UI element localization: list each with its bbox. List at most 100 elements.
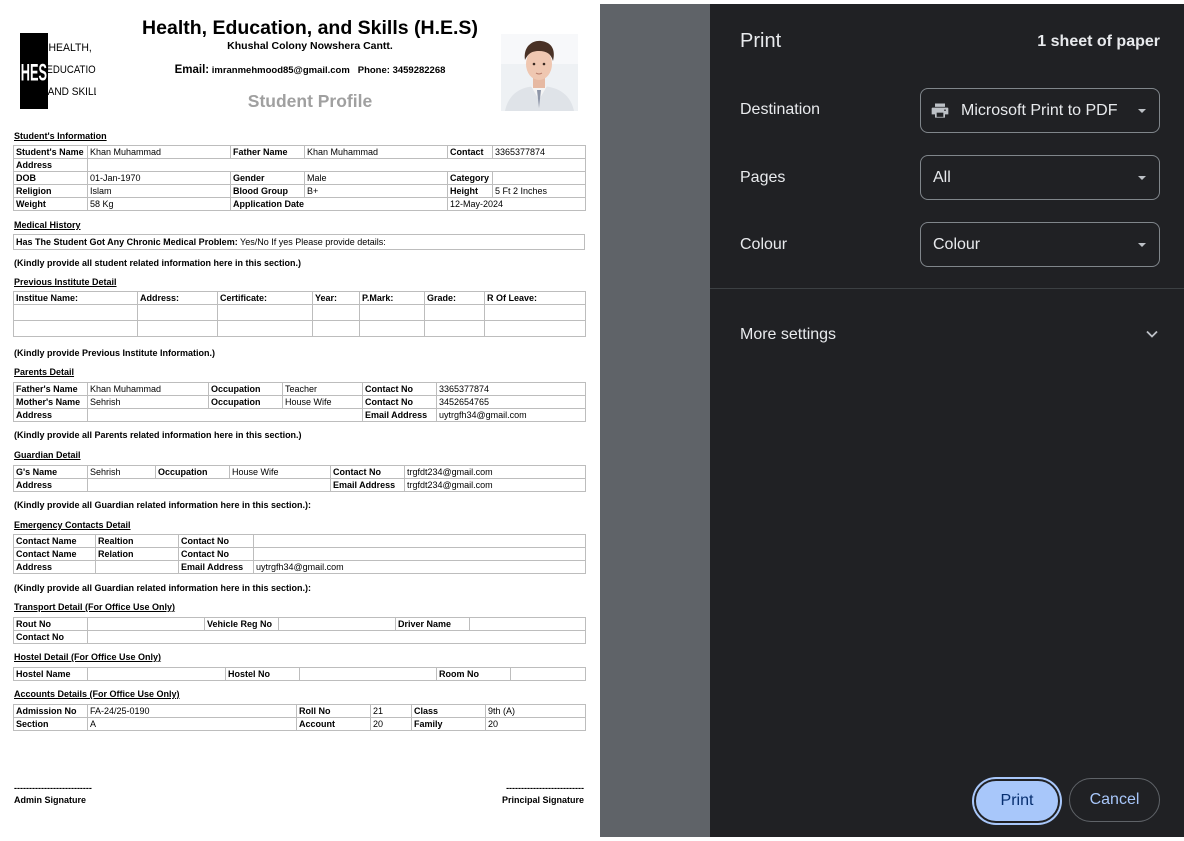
prev-header-leave: R Of Leave: — [484, 291, 586, 305]
parents-table: Father's Name Khan Muhammad Occupation T… — [13, 382, 586, 422]
student-note: (Kindly provide all student related info… — [14, 258, 302, 268]
father-contact-label: Contact No — [362, 382, 437, 396]
student-info-table: Student's Name Khan Muhammad Father Name… — [13, 145, 586, 211]
previous-institute-title: Previous Institute Detail — [14, 277, 117, 287]
print-settings-panel: Print 1 sheet of paper Destination Micro… — [710, 4, 1184, 837]
previous-institute-note: (Kindly provide Previous Institute Infor… — [14, 348, 216, 358]
mother-occupation-value: House Wife — [282, 395, 363, 409]
print-title: Print — [740, 30, 782, 52]
guardian-title: Guardian Detail — [14, 450, 81, 460]
guardian-contact-label: Contact No — [330, 465, 405, 479]
application-date-label: Application Date — [230, 197, 448, 211]
student-address-label: Address — [13, 158, 88, 172]
destination-select[interactable]: Microsoft Print to PDF — [920, 88, 1160, 133]
colour-label: Colour — [740, 236, 788, 253]
emergency-contact1-label: Contact Name — [13, 534, 96, 548]
more-settings-toggle[interactable]: More settings — [740, 326, 836, 344]
account-label: Account — [296, 717, 371, 731]
chevron-down-icon — [1138, 243, 1146, 247]
prev-header-institute: Institue Name: — [13, 291, 138, 305]
mother-contact-label: Contact No — [362, 395, 437, 409]
accounts-table: Admission No FA-24/25-0190 Roll No 21 Cl… — [13, 704, 586, 731]
father-contact-value: 3365377874 — [436, 382, 586, 396]
guardian-contact-value: trgfdt234@gmail.com — [404, 465, 586, 479]
admission-value: FA-24/25-0190 — [87, 704, 297, 718]
chevron-down-icon — [1138, 109, 1146, 113]
accounts-title: Accounts Details (For Office Use Only) — [14, 689, 180, 699]
emergency-contact2-label: Contact Name — [13, 547, 96, 561]
colour-select[interactable]: Colour — [920, 222, 1160, 267]
transport-table: Rout No Vehicle Reg No Driver Name Conta… — [13, 617, 586, 644]
gender-label: Gender — [230, 171, 305, 185]
parents-email-value: uytrgfh34@gmail.com — [436, 408, 586, 422]
hostel-no-label: Hostel No — [225, 667, 300, 681]
school-name: Health, Education, and Skills (H.E.S) — [142, 17, 478, 39]
mother-occupation-label: Occupation — [208, 395, 283, 409]
section-label: Section — [13, 717, 88, 731]
school-logo: HES HEALTH, EDUCATION, AND SKILLS — [20, 33, 96, 109]
contact-value: 3365377874 — [492, 145, 586, 159]
settings-divider — [710, 288, 1184, 289]
previous-institute-table: Institue Name: Address: Certificate: Yea… — [13, 291, 586, 337]
transport-contact-label: Contact No — [13, 630, 88, 644]
category-value — [492, 171, 586, 185]
mother-label: Mother's Name — [13, 395, 88, 409]
pages-label: Pages — [740, 169, 786, 186]
dob-label: DOB — [13, 171, 88, 185]
hostel-table: Hostel Name Hostel No Room No — [13, 667, 586, 681]
medical-history-table: Has The Student Got Any Chronic Medical … — [13, 234, 585, 250]
driver-label: Driver Name — [395, 617, 470, 631]
svg-text:HEALTH,: HEALTH, — [49, 42, 92, 54]
pages-select[interactable]: All — [920, 155, 1160, 200]
dialog-bottom-edge — [600, 837, 1184, 841]
class-value: 9th (A) — [485, 704, 586, 718]
contact-label: Contact — [447, 145, 493, 159]
admin-signature-label: Admin Signature — [14, 795, 87, 805]
guardian-note: (Kindly provide all Guardian related inf… — [14, 500, 312, 510]
father-value: Khan Muhammad — [87, 382, 209, 396]
section-value: A — [87, 717, 297, 731]
mother-contact-value: 3452654765 — [436, 395, 586, 409]
guardian-email-value: trgfdt234@gmail.com — [404, 478, 586, 492]
chevron-down-icon — [1138, 176, 1146, 180]
student-address-value — [87, 158, 586, 172]
svg-text:AND SKILLS: AND SKILLS — [48, 86, 96, 98]
prev-header-year: Year: — [312, 291, 360, 305]
route-label: Rout No — [13, 617, 88, 631]
gender-value: Male — [304, 171, 448, 185]
pages-value: All — [933, 169, 951, 186]
blood-group-value: B+ — [304, 184, 448, 198]
weight-value: 58 Kg — [87, 197, 231, 211]
medical-answer: Yes/No If yes Please provide details: — [240, 236, 386, 247]
principal-signature-line: -------------------------- — [506, 783, 584, 793]
parents-address-value — [87, 408, 363, 422]
profile-title: Student Profile — [247, 91, 373, 111]
print-button[interactable]: Print — [974, 779, 1060, 823]
guardian-name-value: Sehrish — [87, 465, 156, 479]
father-occupation-value: Teacher — [282, 382, 363, 396]
emergency-table: Contact Name Realtion Contact No Contact… — [13, 534, 586, 574]
hostel-name-label: Hostel Name — [13, 667, 88, 681]
admission-label: Admission No — [13, 704, 88, 718]
guardian-address-value — [87, 478, 331, 492]
guardian-address-label: Address — [13, 478, 88, 492]
parents-address-label: Address — [13, 408, 88, 422]
student-photo — [501, 34, 578, 111]
emergency-number1-label: Contact No — [178, 534, 254, 548]
cancel-button[interactable]: Cancel — [1069, 778, 1160, 822]
school-phone: 3459282268 — [392, 65, 446, 76]
roll-value: 21 — [370, 704, 412, 718]
expand-chevron-icon[interactable] — [1144, 326, 1160, 342]
student-name-value: Khan Muhammad — [87, 145, 231, 159]
svg-text:EDUCATION,: EDUCATION, — [46, 65, 96, 77]
phone-label: Phone: — [357, 65, 390, 76]
destination-label: Destination — [740, 101, 821, 118]
roll-label: Roll No — [296, 704, 371, 718]
application-date-value: 12-May-2024 — [447, 197, 586, 211]
category-label: Category — [447, 171, 493, 185]
colour-value: Colour — [933, 236, 981, 253]
medical-question-cell: Has The Student Got Any Chronic Medical … — [13, 234, 585, 250]
mother-value: Sehrish — [87, 395, 209, 409]
student-info-title: Student's Information — [14, 131, 107, 141]
emergency-relation1-label: Realtion — [95, 534, 179, 548]
